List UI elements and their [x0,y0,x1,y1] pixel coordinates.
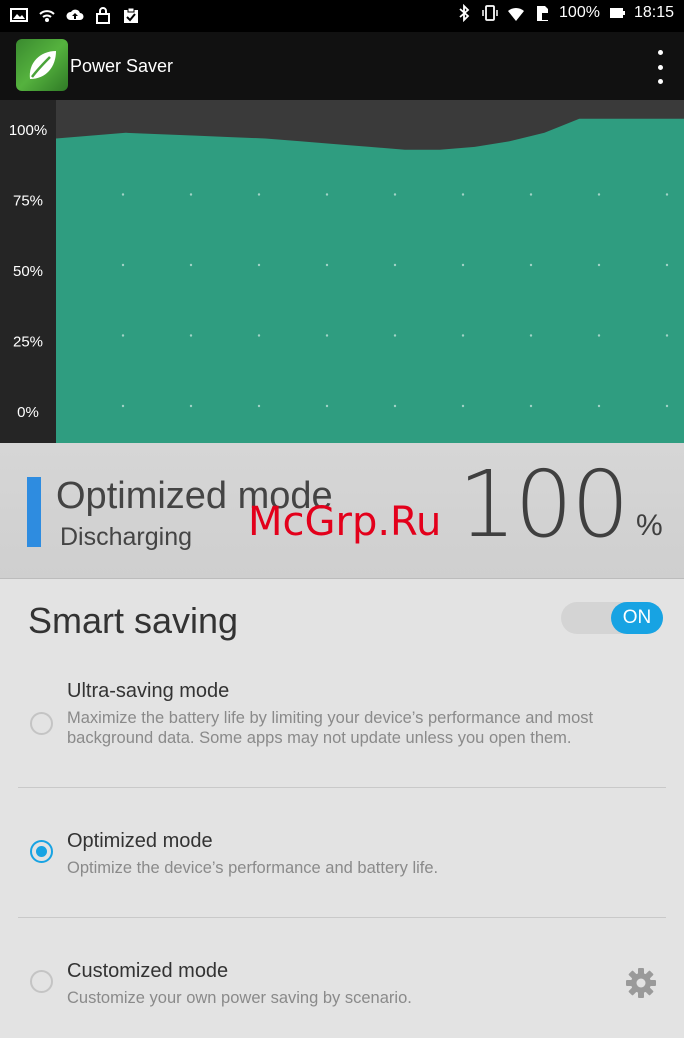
grid-dot [325,334,329,337]
grid-dot [257,334,261,337]
option-description: Customize your own power saving by scena… [67,989,412,1007]
grid-dot [257,263,261,267]
sd-card-icon [537,6,550,21]
battery-percent: 100% [559,4,600,21]
grid-dot [529,263,533,267]
battery-level-unit: % [636,509,663,542]
grid-dot [393,193,397,196]
grid-dot [597,263,601,267]
battery-history-chart: 100% 75% 50% 25% 0% [0,100,684,443]
status-bar: 100% 18:15 [0,0,684,32]
battery-area-series [56,118,684,443]
divider [18,787,666,788]
battery-level: 100 [458,451,630,558]
grid-dot [325,263,329,267]
grid-dot [121,334,125,337]
grid-dot [529,334,533,337]
y-tick-label: 50% [13,263,43,280]
y-tick-label: 25% [13,334,43,351]
grid-dot [189,404,193,408]
grid-dot [597,193,601,196]
watermark: McGrp.Ru [248,499,442,545]
grid-dot [461,263,465,267]
battery-summary: Optimized mode Discharging 100 % McGrp.R… [0,443,684,579]
battery-chart-svg: 100% 75% 50% 25% 0% [9,100,684,443]
grid-dot [393,263,397,267]
lock-icon [96,7,110,24]
grid-dot [529,404,533,408]
grid-dot [325,404,329,408]
grid-dot [189,193,193,196]
charging-state: Discharging [60,523,193,551]
grid-dot [257,193,261,196]
y-tick-label: 100% [9,122,47,139]
leaf-icon [16,39,68,91]
overflow-menu-icon[interactable] [650,50,670,84]
grid-dot [597,334,601,337]
smart-saving-section: Smart saving ON Ultra-saving mode Maximi… [0,580,684,1038]
divider [18,917,666,918]
grid-dot [121,263,125,267]
mode-indicator [27,477,41,547]
clipboard-icon [124,7,138,23]
gear-icon[interactable] [625,967,657,999]
hotspot-icon [39,10,55,22]
cloud-upload-icon [66,9,84,20]
app-title: Power Saver [70,56,174,76]
y-tick-label: 0% [17,404,39,421]
grid-dot [665,404,669,408]
y-tick-label: 75% [13,193,43,210]
grid-dot [461,334,465,337]
radio-customized[interactable] [30,970,53,993]
notification-icons [10,6,140,24]
radio-optimized[interactable] [30,840,53,863]
grid-dot [325,193,329,196]
option-description: Optimize the device’s performance and ba… [67,859,439,877]
image-icon [10,8,28,22]
grid-dot [393,334,397,337]
option-title: Ultra-saving mode [67,680,230,702]
grid-dot [121,193,125,196]
grid-dot [461,193,465,196]
grid-dot [189,263,193,267]
grid-dot [257,404,261,408]
option-description: Maximize the battery life by limiting yo… [67,709,594,747]
app-bar: Power Saver [0,32,684,100]
toggle-label: ON [611,602,663,634]
grid-dot [529,193,533,196]
bluetooth-icon [459,4,470,22]
radio-ultra-saving[interactable] [30,712,53,735]
vibrate-icon [482,5,498,21]
grid-dot [597,404,601,408]
system-status: 100% 18:15 [455,4,674,22]
grid-dot [121,404,125,408]
battery-icon [609,8,625,18]
grid-dot [189,334,193,337]
clock: 18:15 [633,4,674,21]
option-title: Customized mode [67,960,229,982]
wifi-icon [508,7,525,21]
grid-dot [665,334,669,337]
grid-dot [461,404,465,408]
grid-dot [393,404,397,408]
smart-saving-toggle[interactable]: ON [561,602,663,634]
option-title: Optimized mode [67,830,213,852]
grid-dot [665,263,669,267]
grid-dot [665,193,669,196]
smart-saving-title: Smart saving [28,600,239,641]
